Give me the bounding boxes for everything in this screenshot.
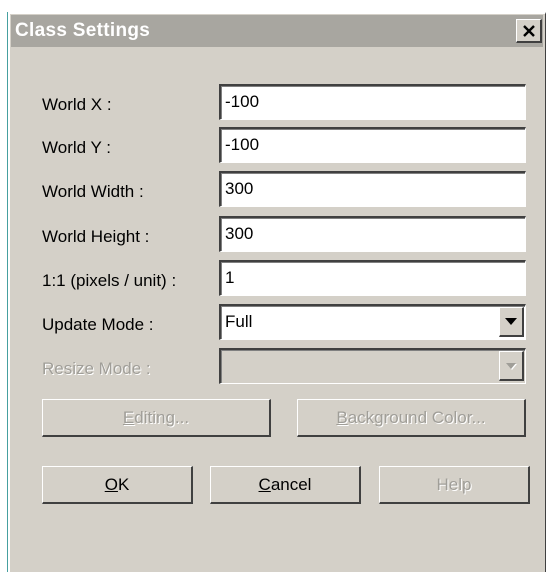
help-button[interactable]: Help [379, 466, 530, 504]
world-x-label: World X : [42, 95, 112, 114]
world-width-input[interactable]: 300 [219, 171, 526, 207]
world-x-input[interactable]: -100 [219, 84, 526, 120]
chevron-down-icon [506, 362, 517, 370]
world-width-label: World Width : [42, 182, 144, 201]
chevron-down-icon [505, 318, 517, 325]
update-mode-dropdown-button[interactable] [499, 307, 524, 337]
world-y-input[interactable]: -100 [219, 127, 526, 163]
pixels-per-unit-input[interactable]: 1 [219, 260, 526, 296]
title-bar[interactable]: Class Settings [11, 15, 543, 47]
cancel-mnemonic: C [258, 474, 271, 494]
editing-mnemonic: E [122, 407, 135, 427]
world-height-label: World Height : [42, 227, 150, 246]
update-mode-label: Update Mode : [42, 315, 154, 334]
close-button[interactable] [516, 19, 542, 43]
editing-button[interactable]: Editing... [42, 399, 271, 437]
help-label: Help [436, 474, 472, 494]
cancel-label: ancel [270, 474, 312, 494]
class-settings-dialog: Class Settings World X : -100 World Y : … [8, 12, 546, 572]
world-height-input[interactable]: 300 [219, 216, 526, 252]
resize-mode-label: Resize Mode : [42, 359, 151, 378]
editing-label: diting... [134, 407, 190, 427]
pixels-per-unit-label: 1:1 (pixels / unit) : [42, 271, 177, 290]
background-color-label: ackground Color... [347, 407, 486, 427]
background-color-mnemonic: B [336, 407, 348, 427]
ok-button[interactable]: OK [42, 466, 193, 504]
background-color-button[interactable]: Background Color... [297, 399, 526, 437]
resize-mode-dropdown-button[interactable] [499, 351, 524, 381]
resize-mode-select[interactable] [219, 348, 526, 384]
ok-mnemonic: O [104, 474, 118, 494]
update-mode-select[interactable]: Full [219, 304, 526, 340]
close-icon [522, 24, 535, 37]
cancel-button[interactable]: Cancel [210, 466, 361, 504]
window-title: Class Settings [15, 20, 151, 41]
world-y-label: World Y : [42, 138, 111, 157]
ok-label: K [117, 474, 130, 494]
update-mode-value: Full [225, 312, 253, 331]
